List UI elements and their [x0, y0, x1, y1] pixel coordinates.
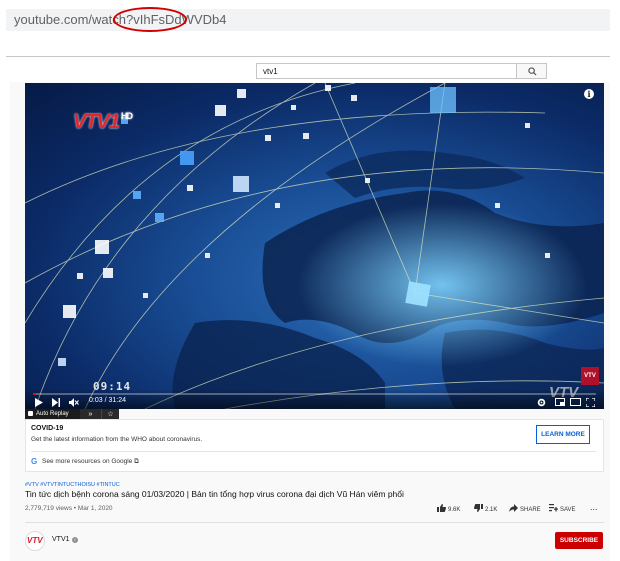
search-button[interactable] [516, 63, 547, 79]
player-controls: 0:03 / 31:24 [25, 389, 604, 409]
video-meta: 2,779,719 views • Mar 1, 2020 [25, 505, 113, 512]
address-bar[interactable]: youtube.com/watch?vIhFsDdWVDb4 [6, 7, 610, 32]
theater-mode-icon[interactable] [570, 398, 581, 406]
learn-more-button[interactable]: LEARN MORE [536, 425, 590, 444]
next-icon[interactable] [52, 398, 60, 407]
info-icon[interactable]: i [584, 89, 594, 99]
channel-name[interactable]: VTV1 [52, 536, 70, 543]
play-icon[interactable] [35, 398, 43, 407]
covid-description: Get the latest information from the WHO … [31, 436, 203, 443]
video-player[interactable]: VTV1HD i 09:14 VTV VTV 0:03 / 31:24 [25, 83, 604, 409]
subscribe-button[interactable]: SUBSCRIBE [555, 532, 603, 549]
video-title: Tin tức dịch bệnh corona sáng 01/03/2020… [25, 489, 404, 499]
covid-title: COVID-19 [31, 425, 64, 432]
playlist-add-icon [549, 504, 558, 512]
search-input[interactable] [256, 63, 517, 79]
more-actions-icon[interactable]: ... [590, 502, 598, 512]
vtv1-hd-logo: VTV1 HD [73, 111, 133, 133]
header-divider [6, 56, 610, 57]
external-link-icon: ⧉ [134, 458, 139, 465]
share-button[interactable]: SHARE [509, 504, 541, 513]
search-icon [528, 67, 537, 76]
save-button[interactable]: SAVE [549, 504, 576, 513]
dislike-button[interactable]: 2.1K [474, 504, 497, 513]
like-button[interactable]: 9.6K [437, 504, 460, 513]
miniplayer-icon[interactable] [555, 398, 565, 406]
thumbs-down-icon [474, 504, 483, 512]
mute-icon[interactable] [69, 398, 79, 407]
vtv-corner-badge: VTV [581, 367, 599, 385]
more-resources-link[interactable]: See more resources on Google ⧉ [42, 458, 139, 466]
hashtags[interactable]: #VTV #VTVTINTUCTHOISU #TINTUC [25, 482, 120, 488]
checkbox-icon [28, 410, 33, 416]
share-icon [509, 504, 518, 512]
progress-bar[interactable] [33, 393, 596, 395]
thumbs-up-icon [437, 504, 446, 512]
search-bar [256, 63, 547, 79]
progress-fill [33, 393, 36, 395]
video-id-highlight-circle [113, 7, 187, 32]
covid-info-panel: COVID-19 Get the latest information from… [25, 419, 604, 472]
info-divider [25, 522, 604, 523]
settings-gear-icon[interactable] [537, 398, 546, 407]
verified-check-icon: ✓ [72, 537, 78, 543]
google-icon: G [31, 457, 38, 466]
fullscreen-icon[interactable] [586, 398, 595, 407]
time-display: 0:03 / 31:24 [89, 397, 126, 404]
covid-divider [31, 451, 596, 452]
channel-avatar[interactable]: VTV [25, 531, 45, 551]
